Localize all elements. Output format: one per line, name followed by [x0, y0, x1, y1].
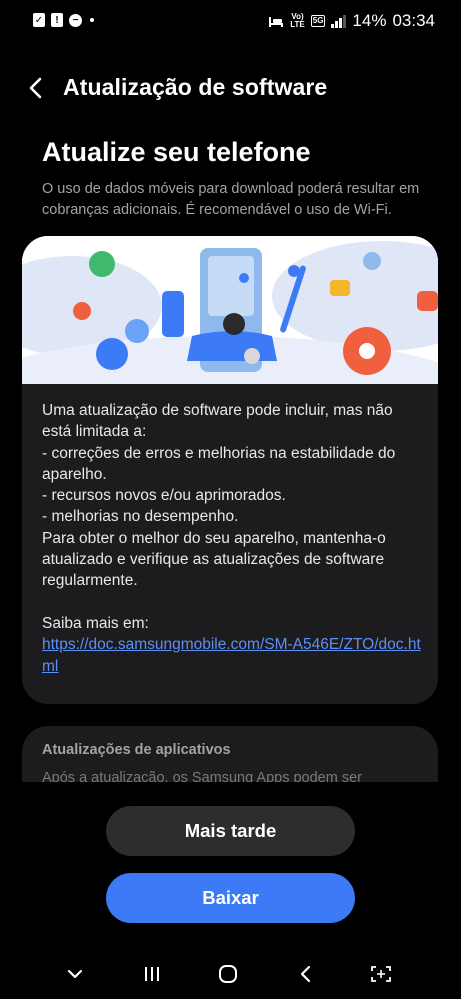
mobile-data-warning: O uso de dados móveis para download pode… — [42, 181, 420, 218]
update-advice: Para obter o melhor do seu aparelho, man… — [42, 529, 386, 590]
update-illustration — [22, 236, 438, 456]
clipboard-check-icon: ✓ — [33, 13, 45, 27]
notification-icons: ✓ ! − — [33, 13, 94, 27]
sleep-bed-icon — [269, 17, 284, 27]
app-header: Atualização de software — [0, 62, 461, 114]
volte-bottom-label: LTE — [290, 20, 305, 29]
screenshot-icon — [371, 966, 391, 982]
app-updates-title: Atualizações de aplicativos — [42, 742, 231, 758]
alert-icon: ! — [51, 13, 63, 27]
status-bar: ✓ ! − Vo) LTE 5G 14% 03:34 — [0, 0, 461, 44]
home-button[interactable] — [213, 959, 243, 989]
update-description: Uma atualização de software pode incluir… — [42, 400, 422, 677]
home-icon — [219, 965, 237, 983]
back-icon — [300, 965, 311, 983]
page-title: Atualização de software — [63, 74, 328, 100]
update-item-features: - recursos novos e/ou aprimorados. — [42, 487, 286, 505]
update-item-bugfix: - correções de erros e melhorias na esta… — [42, 444, 396, 483]
learn-more-label: Saiba mais em: — [42, 614, 149, 632]
update-item-performance: - melhorias no desempenho. — [42, 508, 239, 526]
back-nav-button[interactable] — [290, 959, 320, 989]
update-intro: Uma atualização de software pode incluir… — [42, 402, 393, 441]
signal-icon — [331, 14, 347, 28]
back-button[interactable] — [22, 74, 50, 102]
app-updates-text: Após a atualização, os Samsung Apps pode… — [42, 770, 362, 782]
learn-more-link[interactable]: https://doc.samsungmobile.com/SM-A546E/Z… — [42, 636, 421, 674]
illustration-art — [22, 236, 438, 456]
battery-percentage: 14% — [352, 11, 387, 30]
do-not-disturb-icon: − — [69, 13, 82, 27]
chevron-left-icon — [29, 77, 42, 99]
download-button[interactable]: Baixar — [106, 873, 355, 923]
recent-apps-button[interactable] — [137, 959, 167, 989]
dot-icon — [90, 18, 94, 22]
update-info-card: Uma atualização de software pode incluir… — [22, 236, 438, 704]
recent-apps-icon — [145, 967, 159, 981]
chevron-down-icon — [67, 969, 83, 979]
navigation-bar — [0, 945, 461, 999]
app-updates-card: Atualizações de aplicativos Após a atual… — [22, 726, 438, 782]
hide-keyboard-button[interactable] — [60, 959, 90, 989]
screenshot-button[interactable] — [366, 959, 396, 989]
main-heading: Atualize seu telefone — [42, 137, 311, 167]
5g-icon: 5G — [310, 15, 326, 27]
volte-icon: Vo) LTE — [290, 13, 305, 29]
clock-time: 03:34 — [392, 11, 435, 30]
later-button[interactable]: Mais tarde — [106, 806, 355, 856]
system-icons: Vo) LTE 5G 14% 03:34 — [268, 11, 435, 31]
